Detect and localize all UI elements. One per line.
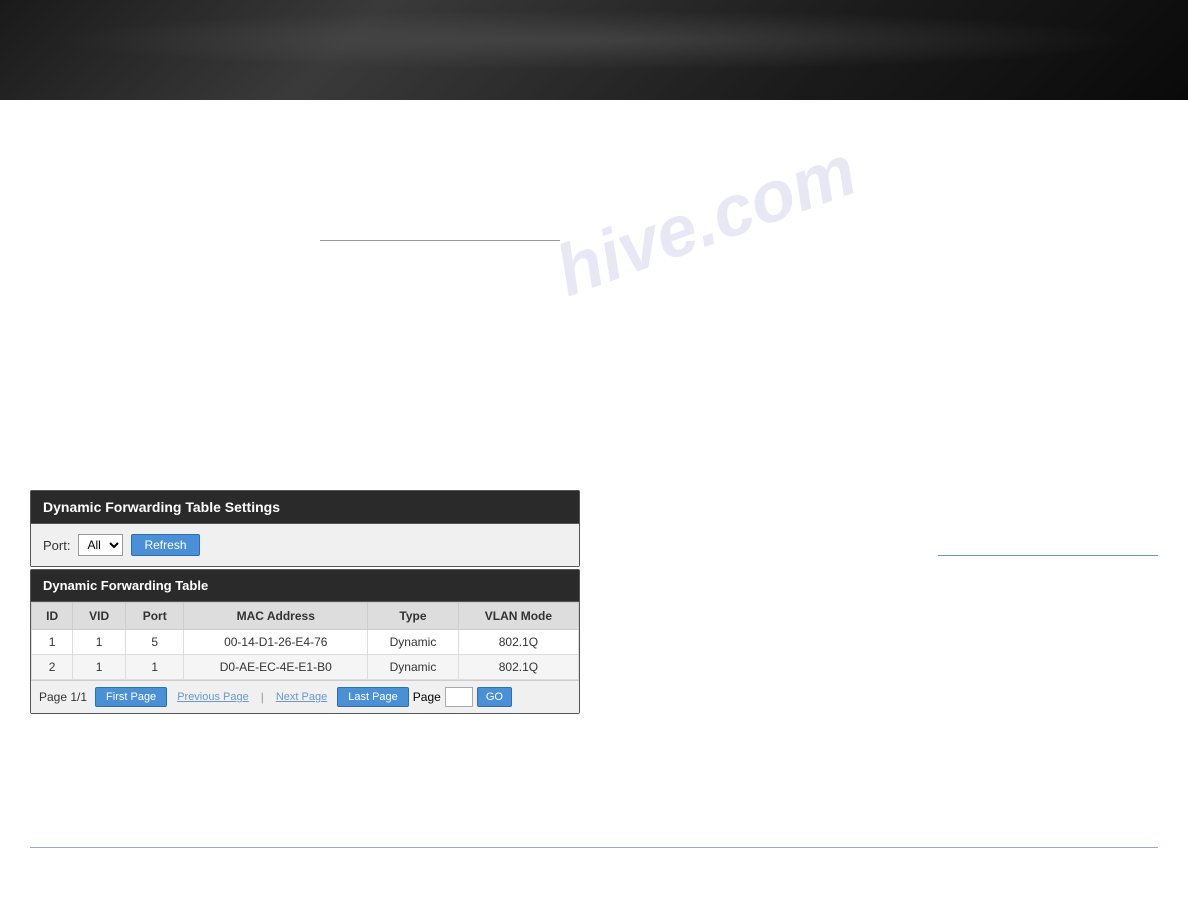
header-banner xyxy=(0,0,1188,100)
settings-panel-title: Dynamic Forwarding Table Settings xyxy=(43,499,280,515)
first-page-button[interactable]: First Page xyxy=(95,687,167,707)
next-page-button[interactable]: Next Page xyxy=(270,688,333,706)
table-header-row: ID VID Port MAC Address Type VLAN Mode xyxy=(32,603,579,630)
cell-vid: 1 xyxy=(73,655,126,680)
col-port: Port xyxy=(126,603,184,630)
cell-port: 1 xyxy=(126,655,184,680)
bottom-decorative-line xyxy=(30,847,1158,848)
settings-body: Port: All 1 2 3 4 5 6 7 8 Refresh xyxy=(31,524,579,566)
settings-panel: Dynamic Forwarding Table Settings Port: … xyxy=(30,490,580,567)
main-panel: Dynamic Forwarding Table Settings Port: … xyxy=(30,490,580,714)
cell-vlan-mode: 802.1Q xyxy=(458,630,578,655)
port-label: Port: xyxy=(43,538,70,553)
go-button[interactable]: GO xyxy=(477,687,512,707)
cell-type: Dynamic xyxy=(368,655,459,680)
cell-port: 5 xyxy=(126,630,184,655)
previous-page-button[interactable]: Previous Page xyxy=(171,688,255,706)
watermark: hive.com xyxy=(545,129,866,313)
pagination-bar: Page 1/1 First Page Previous Page | Next… xyxy=(31,680,579,713)
table-panel-header: Dynamic Forwarding Table xyxy=(31,570,579,602)
page-input[interactable] xyxy=(445,687,473,707)
cell-mac: 00-14-D1-26-E4-76 xyxy=(184,630,368,655)
separator-1: | xyxy=(261,690,264,704)
port-select[interactable]: All 1 2 3 4 5 6 7 8 xyxy=(78,534,123,556)
table-panel-title: Dynamic Forwarding Table xyxy=(43,578,208,593)
col-vlan-mode: VLAN Mode xyxy=(458,603,578,630)
table-container: ID VID Port MAC Address Type VLAN Mode 1… xyxy=(31,602,579,680)
col-id: ID xyxy=(32,603,73,630)
page-label: Page xyxy=(413,690,441,704)
cell-id: 1 xyxy=(32,630,73,655)
cell-id: 2 xyxy=(32,655,73,680)
page-info: Page 1/1 xyxy=(39,690,87,704)
top-decorative-line xyxy=(320,240,560,241)
table-row: 1 1 5 00-14-D1-26-E4-76 Dynamic 802.1Q xyxy=(32,630,579,655)
cell-mac: D0-AE-EC-4E-E1-B0 xyxy=(184,655,368,680)
forwarding-table: ID VID Port MAC Address Type VLAN Mode 1… xyxy=(31,602,579,680)
table-row: 2 1 1 D0-AE-EC-4E-E1-B0 Dynamic 802.1Q xyxy=(32,655,579,680)
refresh-button[interactable]: Refresh xyxy=(131,534,199,556)
table-panel: Dynamic Forwarding Table ID VID Port MAC… xyxy=(30,569,580,714)
col-type: Type xyxy=(368,603,459,630)
last-page-button[interactable]: Last Page xyxy=(337,687,409,707)
cell-vlan-mode: 802.1Q xyxy=(458,655,578,680)
settings-panel-header: Dynamic Forwarding Table Settings xyxy=(31,491,579,524)
col-vid: VID xyxy=(73,603,126,630)
right-decorative-line xyxy=(938,555,1158,556)
cell-vid: 1 xyxy=(73,630,126,655)
col-mac: MAC Address xyxy=(184,603,368,630)
cell-type: Dynamic xyxy=(368,630,459,655)
